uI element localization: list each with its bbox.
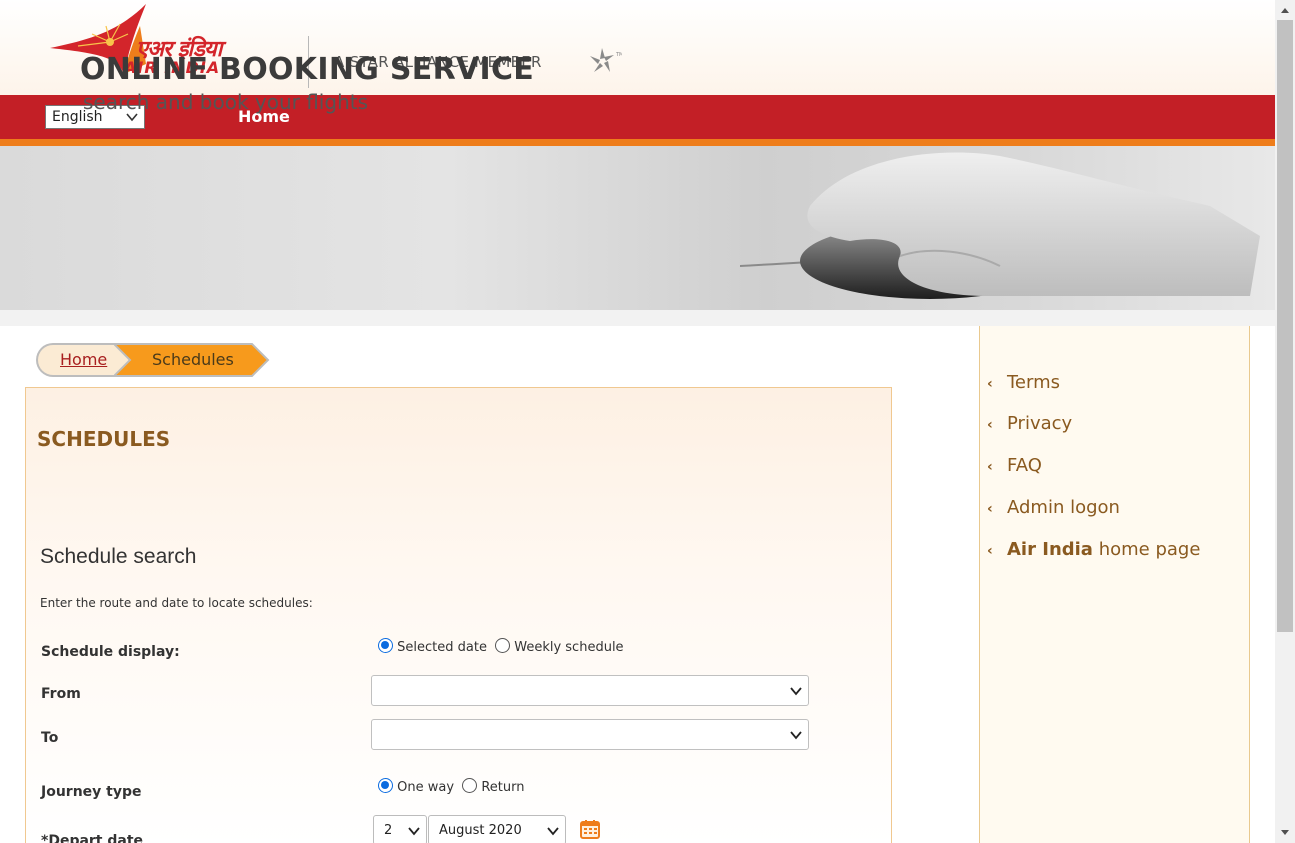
- from-label: From: [41, 686, 81, 702]
- radio-one-way-label[interactable]: One way: [397, 780, 454, 795]
- schedule-display-radios: Selected date Weekly schedule: [378, 638, 624, 655]
- depart-day-value: 2: [384, 823, 393, 838]
- breadcrumb-home-link[interactable]: Home: [60, 350, 107, 369]
- chevron-down-icon: [790, 731, 802, 740]
- schedule-panel: [25, 387, 892, 843]
- chevron-down-icon: [547, 827, 559, 836]
- nav-accent-stripe: [0, 139, 1275, 146]
- sidebar-item-label: home page: [1098, 539, 1201, 560]
- schedule-display-label: Schedule display:: [41, 644, 180, 660]
- depart-day-select[interactable]: 2: [373, 815, 427, 843]
- to-label: To: [41, 730, 59, 746]
- section-title: Schedule search: [40, 545, 197, 568]
- chevron-down-icon: [408, 827, 420, 836]
- depart-month-select[interactable]: August 2020: [428, 815, 566, 843]
- svg-text:TM: TM: [615, 52, 622, 58]
- sidebar-item-admin-logon[interactable]: ‹ Admin logon: [987, 497, 1120, 518]
- sidebar-item-label: Terms: [1007, 372, 1061, 393]
- sidebar-item-faq[interactable]: ‹ FAQ: [987, 455, 1042, 476]
- from-select[interactable]: [371, 675, 809, 706]
- sidebar-item-privacy[interactable]: ‹ Privacy: [987, 413, 1072, 434]
- star-alliance-icon: TM: [590, 48, 622, 72]
- sidebar-item-label-bold: Air India: [1007, 539, 1093, 560]
- radio-return-label[interactable]: Return: [481, 780, 524, 795]
- chevron-left-icon: ‹: [987, 376, 993, 392]
- chevron-left-icon: ‹: [987, 459, 993, 475]
- radio-selected-date[interactable]: [378, 638, 393, 653]
- to-select[interactable]: [371, 719, 809, 750]
- sidebar-item-label: Admin logon: [1007, 497, 1120, 518]
- chevron-left-icon: ‹: [987, 417, 993, 433]
- search-hint: Enter the route and date to locate sched…: [40, 596, 313, 610]
- sidebar-item-label: FAQ: [1007, 455, 1042, 476]
- journey-type-label: Journey type: [41, 784, 142, 800]
- depart-month-value: August 2020: [439, 823, 522, 838]
- page-title: SCHEDULES: [37, 427, 171, 451]
- hero-banner: [0, 146, 1275, 310]
- sidebar-item-terms[interactable]: ‹ Terms: [987, 372, 1060, 393]
- banner-subtitle: search and book your flights: [83, 90, 368, 114]
- radio-return[interactable]: [462, 778, 478, 793]
- radio-weekly-schedule[interactable]: [495, 638, 511, 653]
- right-sidebar: [979, 326, 1250, 843]
- banner-bottom-band: [0, 310, 1275, 326]
- radio-weekly-schedule-label[interactable]: Weekly schedule: [514, 640, 623, 655]
- calendar-icon[interactable]: [580, 819, 600, 839]
- scrollbar-thumb[interactable]: [1277, 20, 1293, 632]
- breadcrumb-current: Schedules: [152, 350, 234, 369]
- scroll-down-arrow-icon[interactable]: [1275, 823, 1295, 843]
- banner-title: ONLINE BOOKING SERVICE: [80, 52, 535, 87]
- scroll-up-arrow-icon[interactable]: [1275, 0, 1295, 20]
- journey-type-radios: One way Return: [378, 778, 524, 795]
- radio-selected-date-label[interactable]: Selected date: [397, 640, 487, 655]
- depart-date-label: *Depart date: [41, 833, 144, 843]
- sidebar-item-label: Privacy: [1007, 413, 1073, 434]
- sidebar-item-air-india-home[interactable]: ‹ Air India home page: [987, 539, 1200, 560]
- chevron-down-icon: [790, 687, 802, 696]
- hand-on-mouse-image: [740, 152, 1260, 299]
- chevron-left-icon: ‹: [987, 501, 993, 517]
- radio-one-way[interactable]: [378, 778, 393, 793]
- chevron-left-icon: ‹: [987, 543, 993, 559]
